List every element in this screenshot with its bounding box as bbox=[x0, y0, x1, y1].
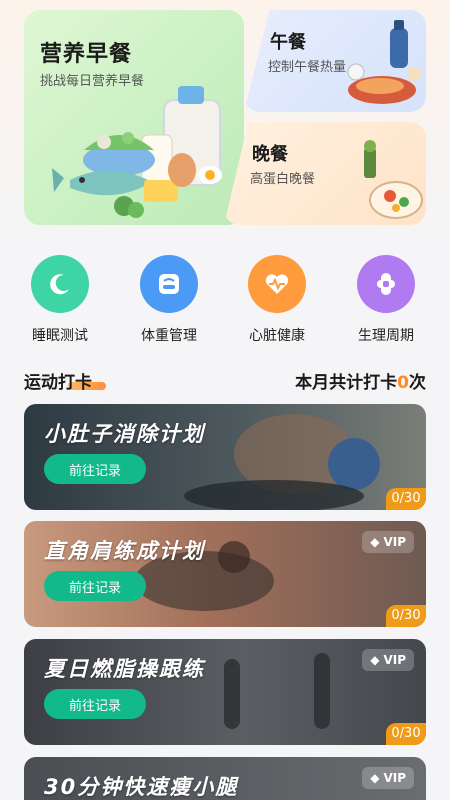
tool-heart-health[interactable]: 心脏健康 bbox=[232, 255, 322, 345]
go-record-button[interactable]: 前往记录 bbox=[44, 571, 146, 601]
vip-diamond-icon: ◆ bbox=[370, 771, 380, 785]
tool-label: 生理周期 bbox=[358, 328, 414, 344]
moon-icon: z bbox=[31, 255, 89, 313]
plan-progress: 0/30 bbox=[386, 488, 426, 510]
plan-title: 夏日燃脂操跟练 bbox=[44, 657, 205, 681]
plan-title: 30分钟快速瘦小腿 bbox=[44, 775, 239, 799]
breakfast-card[interactable]: 营养早餐 挑战每日营养早餐 bbox=[24, 10, 244, 225]
tool-label: 体重管理 bbox=[141, 328, 197, 344]
plan-card[interactable]: 30分钟快速瘦小腿 ◆ VIP bbox=[24, 757, 426, 800]
vip-diamond-icon: ◆ bbox=[370, 535, 380, 549]
tool-sleep-test[interactable]: z 睡眠测试 bbox=[15, 255, 105, 345]
vip-badge-label: VIP bbox=[383, 771, 406, 785]
vip-badge: ◆ VIP bbox=[362, 767, 414, 789]
plan-card[interactable]: 直角肩练成计划 ◆ VIP 前往记录 0/30 bbox=[24, 521, 426, 627]
tool-menstrual-cycle[interactable]: 生理周期 bbox=[341, 255, 431, 345]
breakfast-food-illustration bbox=[52, 86, 222, 218]
dinner-card[interactable]: 晚餐 高蛋白晚餐 bbox=[224, 122, 426, 225]
section-title: 运动打卡 bbox=[24, 373, 92, 393]
go-record-button[interactable]: 前往记录 bbox=[44, 689, 146, 719]
checkin-count-value: 0 bbox=[397, 373, 409, 393]
checkin-count-prefix: 本月共计打卡 bbox=[295, 373, 398, 393]
vip-badge: ◆ VIP bbox=[362, 649, 414, 671]
plan-title: 小肚子消除计划 bbox=[44, 422, 205, 446]
plan-progress: 0/30 bbox=[386, 723, 426, 745]
plan-title: 直角肩练成计划 bbox=[44, 539, 205, 563]
plan-card[interactable]: 小肚子消除计划 前往记录 0/30 bbox=[24, 404, 426, 510]
tool-label: 心脏健康 bbox=[249, 328, 305, 344]
tool-weight-management[interactable]: 体重管理 bbox=[124, 255, 214, 345]
vip-badge-label: VIP bbox=[383, 653, 406, 667]
svg-text:z: z bbox=[61, 278, 65, 286]
heart-icon bbox=[248, 255, 306, 313]
go-record-button[interactable]: 前往记录 bbox=[44, 454, 146, 484]
checkin-count: 本月共计打卡0次 bbox=[295, 368, 426, 393]
vip-badge-label: VIP bbox=[383, 535, 406, 549]
vip-diamond-icon: ◆ bbox=[370, 653, 380, 667]
lunch-food-illustration bbox=[347, 20, 421, 104]
lunch-card[interactable]: 午餐 控制午餐热量 bbox=[244, 10, 426, 112]
cycle-icon bbox=[357, 255, 415, 313]
scale-icon bbox=[140, 255, 198, 313]
plan-card[interactable]: 夏日燃脂操跟练 ◆ VIP 前往记录 0/30 bbox=[24, 639, 426, 745]
vip-badge: ◆ VIP bbox=[362, 531, 414, 553]
tool-label: 睡眠测试 bbox=[32, 328, 88, 344]
plan-progress: 0/30 bbox=[386, 605, 426, 627]
dinner-food-illustration bbox=[364, 140, 423, 219]
checkin-count-suffix: 次 bbox=[409, 373, 426, 393]
